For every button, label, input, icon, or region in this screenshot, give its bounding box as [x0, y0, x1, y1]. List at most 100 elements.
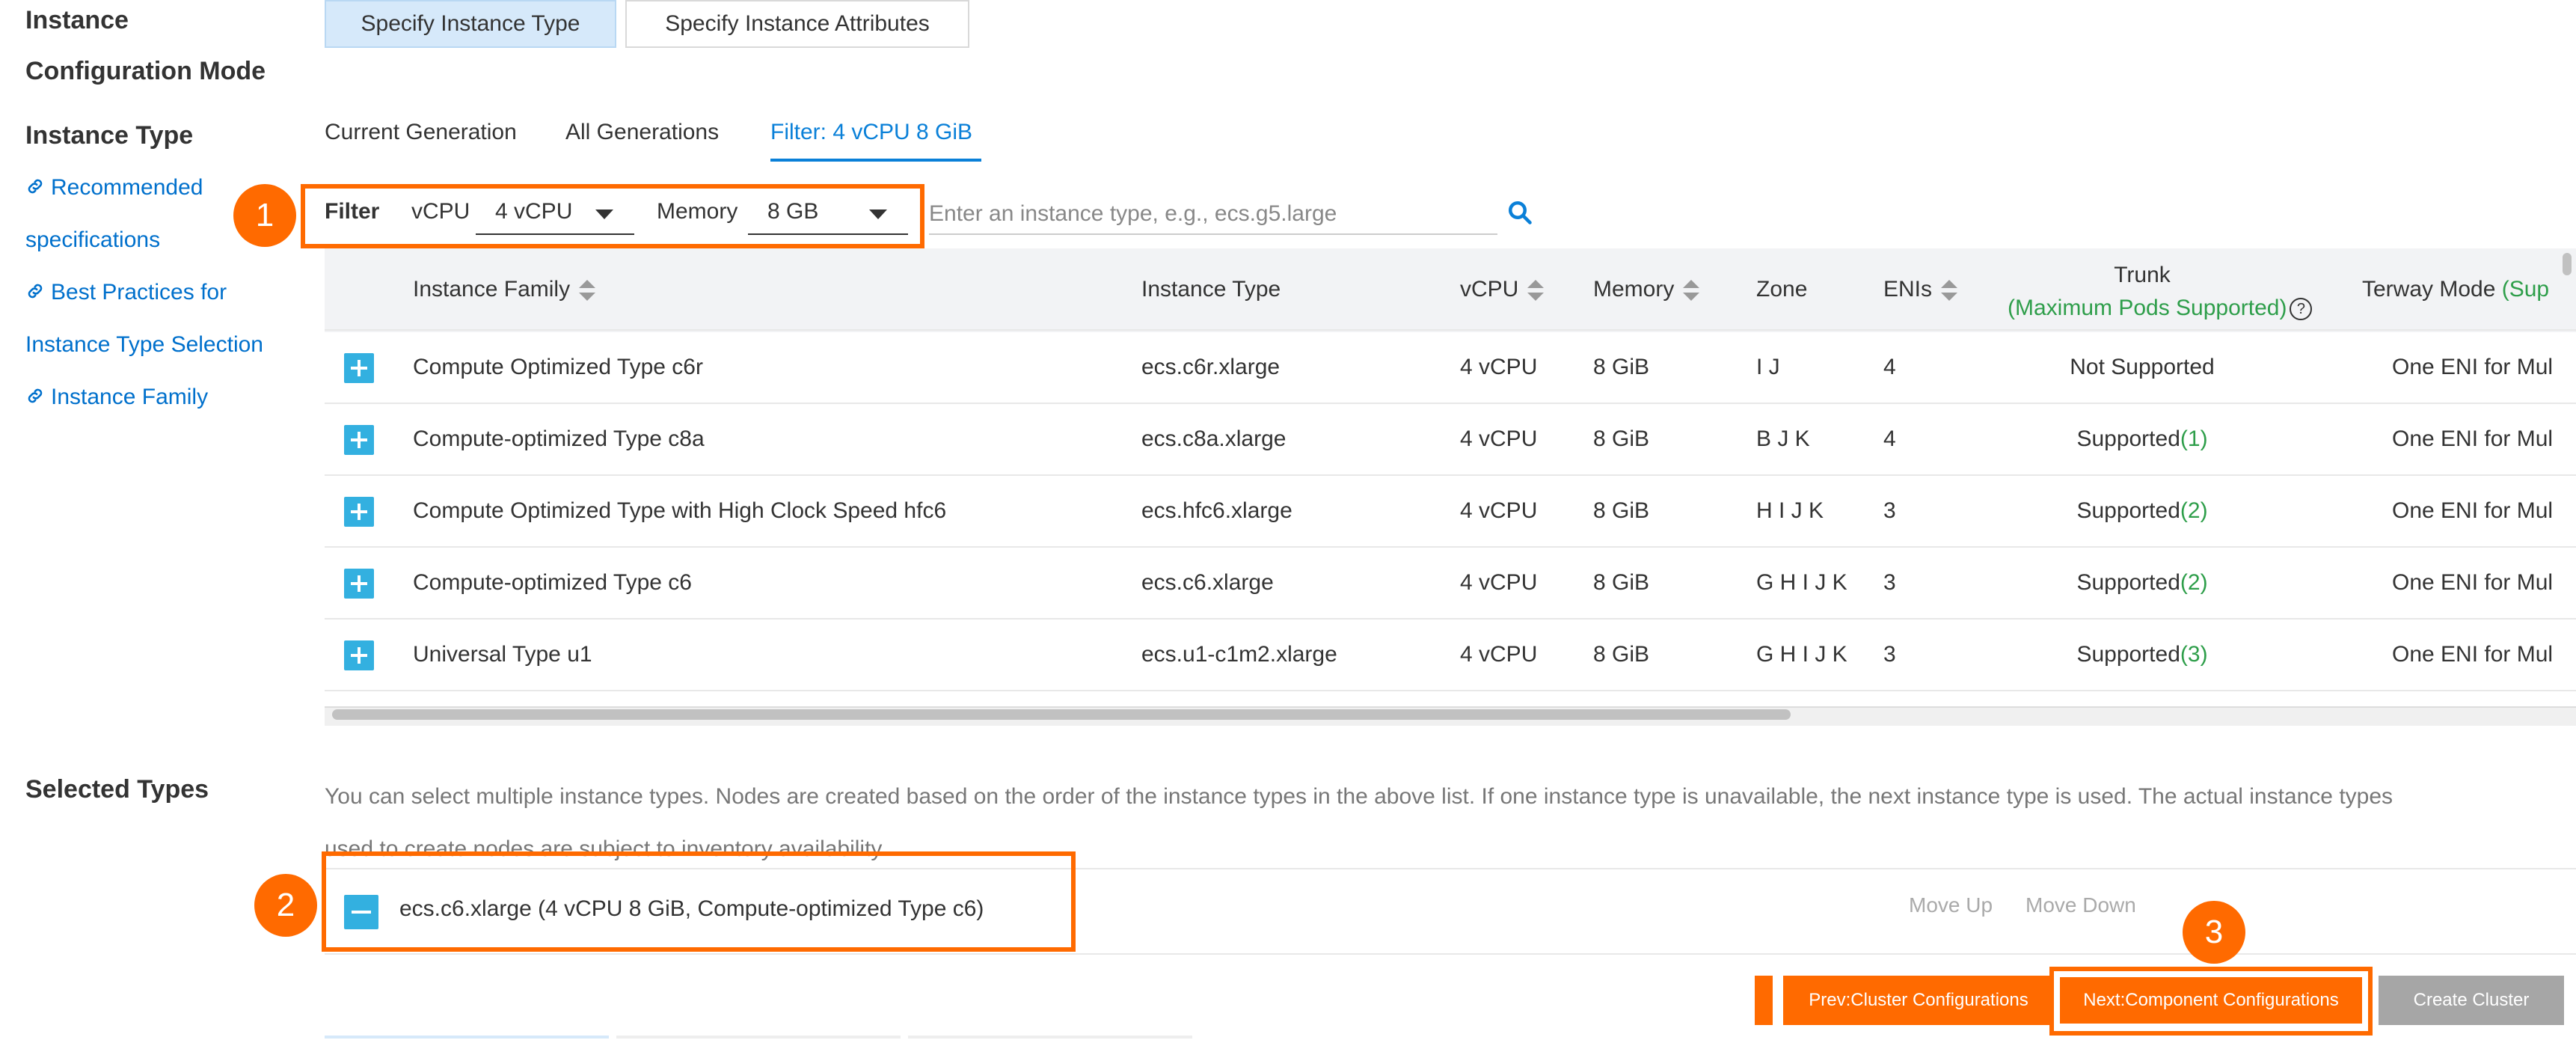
table-row[interactable]: Compute-optimized Type c8a ecs.c8a.xlarg…	[325, 404, 2576, 476]
remove-icon[interactable]	[344, 895, 378, 929]
help-icon[interactable]: ?	[2290, 298, 2313, 320]
cell-trunk: Not Supported	[2008, 355, 2277, 380]
vcpu-select-underline	[476, 233, 634, 235]
header-divider	[325, 329, 2576, 331]
specify-instance-attributes-button[interactable]: Specify Instance Attributes	[625, 0, 969, 48]
cell-trunk: Supported(2)	[2008, 570, 2277, 596]
trunk-pods: (1)	[2180, 426, 2208, 451]
add-icon[interactable]	[344, 497, 374, 527]
selected-types-label: Selected Types	[25, 775, 209, 804]
memory-select[interactable]: 8 GB	[748, 193, 908, 235]
cell-trunk: Supported(2)	[2008, 498, 2277, 524]
add-icon[interactable]	[344, 569, 374, 599]
sort-icon[interactable]	[579, 280, 596, 302]
terway-header-text: Terway Mode	[2362, 277, 2496, 302]
config-mode-label-2: Configuration Mode	[25, 57, 266, 85]
cell-family: Universal Type u1	[413, 642, 592, 667]
tab-active-underline	[770, 159, 981, 162]
cell-zone: I J	[1756, 355, 1780, 379]
table-row[interactable]: Universal Type u1 ecs.u1-c1m2.xlarge 4 v…	[325, 620, 2576, 691]
step-badge-2: 2	[254, 874, 317, 937]
specify-instance-type-button[interactable]: Specify Instance Type	[325, 0, 616, 48]
cell-zone: H I J K	[1756, 498, 1824, 523]
memory-select-underline	[748, 233, 908, 235]
vertical-scrollbar-thumb[interactable]	[2563, 253, 2572, 275]
cell-family: Compute-optimized Type c6	[413, 570, 692, 595]
search-icon[interactable]	[1506, 199, 1533, 226]
vcpu-select-value: 4 vCPU	[495, 199, 573, 224]
trunk-pods: (3)	[2180, 642, 2208, 667]
create-cluster-button[interactable]: Create Cluster	[2379, 976, 2564, 1025]
cell-terway: One ENI for Mul	[2392, 355, 2554, 379]
link-text: Instance Type Selection	[25, 332, 263, 357]
best-practices-link-line2[interactable]: Instance Type Selection	[25, 319, 263, 371]
instance-family-link[interactable]: Instance Family	[25, 371, 263, 423]
sort-icon[interactable]	[1683, 280, 1700, 302]
vcpu-select[interactable]: 4 vCPU	[476, 193, 634, 235]
table-row[interactable]: Compute Optimized Type with High Clock S…	[325, 476, 2576, 548]
cell-enis: 3	[1883, 498, 1896, 523]
cell-family: Compute Optimized Type with High Clock S…	[413, 498, 947, 523]
tab-all-generations[interactable]: All Generations	[565, 120, 719, 145]
footer-decor-2	[616, 1036, 901, 1039]
add-icon[interactable]	[344, 640, 374, 670]
config-mode-label: Instance	[25, 6, 129, 34]
column-header-instance-type: Instance Type	[1141, 277, 1281, 302]
column-header-instance-family[interactable]: Instance Family	[413, 277, 596, 302]
recommended-specifications-link[interactable]: Recommended	[25, 162, 263, 214]
vcpu-label: vCPU	[411, 199, 470, 224]
memory-label: Memory	[657, 199, 738, 224]
link-text: Instance Family	[51, 385, 209, 409]
footer-accent	[1755, 976, 1773, 1025]
header-text: Memory	[1593, 277, 1675, 302]
column-header-memory[interactable]: Memory	[1593, 277, 1700, 302]
move-down-button[interactable]: Move Down	[2025, 893, 2136, 917]
sort-icon[interactable]	[1941, 280, 1958, 302]
prev-cluster-configurations-button[interactable]: Prev:Cluster Configurations	[1783, 976, 2054, 1025]
cell-memory: 8 GiB	[1593, 355, 1650, 379]
filter-label: Filter	[325, 199, 380, 224]
chevron-down-icon	[869, 209, 887, 219]
link-text: Recommended	[51, 175, 203, 200]
cell-terway: One ENI for Mul	[2392, 426, 2554, 451]
horizontal-scrollbar-thumb[interactable]	[332, 709, 1791, 720]
trunk-pods: (2)	[2180, 570, 2208, 595]
best-practices-link[interactable]: Best Practices for	[25, 266, 263, 319]
cell-terway: One ENI for Mul	[2392, 498, 2554, 523]
cell-vcpu: 4 vCPU	[1460, 570, 1538, 595]
sort-icon[interactable]	[1527, 280, 1545, 302]
table-row[interactable]: Compute-optimized Type c6 ecs.c6.xlarge …	[325, 548, 2576, 620]
cell-zone: G H I J K	[1756, 570, 1847, 595]
add-icon[interactable]	[344, 353, 374, 383]
cell-type: ecs.c6r.xlarge	[1141, 355, 1281, 379]
instance-type-label: Instance Type	[25, 121, 194, 150]
cell-terway: One ENI for Mul	[2392, 570, 2554, 595]
trunk-pods: (2)	[2180, 498, 2208, 523]
tab-filter[interactable]: Filter: 4 vCPU 8 GiB	[770, 120, 972, 145]
header-text: ENIs	[1883, 277, 1933, 302]
move-up-button[interactable]: Move Up	[1909, 893, 1993, 917]
footer-decor-1	[325, 1036, 609, 1039]
trunk-text: Supported	[2076, 498, 2180, 523]
side-links: Recommended specifications Best Practice…	[25, 162, 263, 423]
cell-zone: G H I J K	[1756, 642, 1847, 667]
add-icon[interactable]	[344, 425, 374, 455]
column-header-vcpu[interactable]: vCPU	[1460, 277, 1545, 302]
cell-vcpu: 4 vCPU	[1460, 498, 1538, 523]
link-text: specifications	[25, 227, 161, 252]
cell-trunk: Supported(1)	[2008, 426, 2277, 452]
step-badge-3: 3	[2183, 901, 2245, 964]
cell-trunk: Supported(3)	[2008, 642, 2277, 667]
table-row[interactable]: Compute Optimized Type c6r ecs.c6r.xlarg…	[325, 332, 2576, 404]
cell-vcpu: 4 vCPU	[1460, 426, 1538, 451]
cell-zone: B J K	[1756, 426, 1810, 451]
trunk-subheader: (Maximum Pods Supported)?	[2008, 292, 2313, 325]
recommended-specifications-link-line2[interactable]: specifications	[25, 214, 263, 266]
column-header-enis[interactable]: ENIs	[1883, 277, 1958, 302]
cell-vcpu: 4 vCPU	[1460, 642, 1538, 667]
link-text: Best Practices for	[51, 280, 227, 305]
tab-current-generation[interactable]: Current Generation	[325, 120, 517, 145]
instance-type-search-input[interactable]	[929, 195, 1497, 235]
next-component-configurations-button[interactable]: Next:Component Configurations	[2058, 976, 2364, 1025]
cell-type: ecs.hfc6.xlarge	[1141, 498, 1292, 523]
